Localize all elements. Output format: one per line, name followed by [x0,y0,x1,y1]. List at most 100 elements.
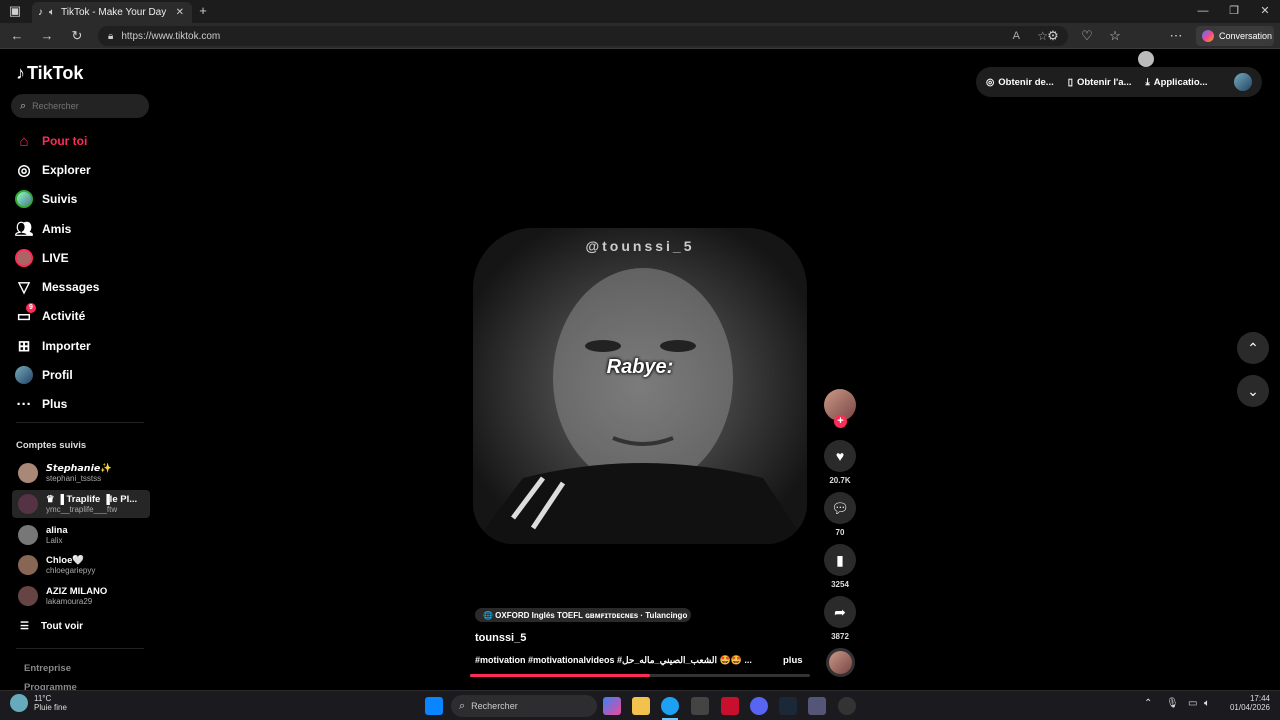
like-button[interactable]: ♥ [824,440,856,472]
nav-importer[interactable]: ⊞ Importer [14,336,91,356]
new-tab-icon[interactable]: + [194,1,212,21]
browser-tab[interactable]: ♪ 🔈︎ TikTok - Make Your Day ✕ [32,2,192,23]
following-account[interactable]: ♛ ▐ Traplife ▐le Pl... ymc__traplife___ft… [12,490,150,518]
file-explorer-icon[interactable] [632,697,650,715]
clock[interactable]: 17:44 01/04/2026 [1222,694,1270,712]
nav-plus[interactable]: ··· Plus [14,394,68,414]
back-icon[interactable]: ← [8,26,26,46]
search-input[interactable] [32,101,133,111]
activity-icon: ▭ 9 [14,303,36,326]
following-account[interactable]: 𝙎𝙩𝙚𝙥𝙝𝙖𝙣𝙞𝙚✨ stephani_tsstss [12,459,150,487]
tiktok-logo[interactable]: ♪ TikTok [16,63,83,84]
account-handle: ymc__traplife___ftw [46,504,118,514]
next-video-button[interactable]: ⌄ [1237,375,1269,407]
store-icon[interactable] [691,697,709,715]
live-icon [14,248,34,268]
address-bar[interactable]: 🔒︎ https://www.tiktok.com A ☆ [98,26,1068,46]
video-description: #motivation #motivationalvideos #الشعب_ا… [475,655,752,665]
nav-messages[interactable]: ▽ Messages [14,277,99,297]
settings-app-icon[interactable] [808,697,826,715]
extensions-icon[interactable]: ⚙︎ [1044,26,1062,46]
comment-count: 70 [835,528,845,537]
nav-pour-toi[interactable]: ⌂ Pour toi [14,131,87,151]
discord-icon[interactable] [750,697,768,715]
window-close-icon[interactable]: ✕ [1256,1,1274,21]
nav-label: Amis [42,222,72,236]
start-button-icon[interactable] [425,697,443,715]
edge-browser-icon[interactable] [661,697,679,715]
acrobat-icon[interactable] [721,697,739,715]
nav-label: Suivis [42,192,78,206]
nav-label: Importer [42,339,91,353]
audio-playing-icon[interactable]: 🔈︎ [49,7,55,18]
copilot-app-icon[interactable] [603,697,621,715]
search-box[interactable]: ⌕ [11,94,149,118]
button-label: Applicatio... [1153,76,1208,88]
chevron-up-icon: ⌃ [1247,339,1259,356]
avatar [18,525,38,545]
nav-profil[interactable]: Profil [14,365,73,385]
account-handle: lakamoura29 [46,596,93,606]
nav-live[interactable]: LIVE [14,248,69,268]
footer-link-entreprise[interactable]: Entreprise [24,663,71,674]
nav-label: Explorer [42,163,91,177]
nav-suivis[interactable]: Suivis [14,189,77,209]
nav-activite[interactable]: ▭ 9 Activité [14,303,86,326]
see-all-link[interactable]: ☰ Tout voir [20,621,83,632]
copilot-conversation-button[interactable]: Conversation [1196,26,1274,46]
save-button[interactable]: ▮ [824,544,856,576]
restore-icon[interactable]: ❐ [1225,1,1243,21]
account-handle: Lalix [46,535,63,545]
read-aloud-icon[interactable]: A [1013,30,1020,42]
upload-icon: ⊞ [17,338,31,355]
get-coins-button[interactable]: ◎ Obtenir de... [986,77,1054,88]
music-tag[interactable]: 🌐 OXFORD Inglés TOEFL ɢʙᴍꜰɪᴛᴅᴇᴄɴᴇs · Tul… [475,608,691,622]
video-player[interactable]: @tounssi_5 Rabye: [473,228,807,544]
avatar [18,463,38,483]
comment-button[interactable]: 💬︎ [824,492,856,524]
nav-amis[interactable]: 👥︎ Amis [14,219,71,239]
reload-icon[interactable]: ↻ [68,26,86,46]
tab-close-icon[interactable]: ✕ [176,7,184,18]
browser-essentials-icon[interactable]: ♡ [1078,26,1096,46]
home-icon: ⌂ [19,132,29,150]
settings-more-icon[interactable]: ⋯ [1167,26,1185,46]
network-icon[interactable]: ▭ [1188,698,1197,709]
forward-icon[interactable]: → [38,26,56,46]
weather-widget[interactable]: 11°C Pluie fine [10,694,67,712]
description-more-button[interactable]: plus [783,655,803,666]
favorites-icon[interactable]: ☆ [1106,26,1124,46]
following-account[interactable]: alina Lalix [12,521,150,549]
volume-icon[interactable]: 🔈︎ [1204,698,1210,709]
app-icon[interactable] [838,697,856,715]
previous-video-button[interactable]: ⌃ [1237,332,1269,364]
window-menu-icon[interactable]: ▣ [6,1,24,21]
taskbar-search[interactable]: ⌕ Rechercher [451,695,597,717]
microphone-icon[interactable]: 🎙︎ [1166,698,1179,709]
following-account[interactable]: AZIZ MILANO lakamoura29 [12,582,150,610]
button-label: Obtenir l'a... [1076,76,1132,88]
nav-label: Activité [42,309,86,323]
minimize-icon[interactable]: — [1194,1,1212,21]
get-app-button[interactable]: ▯ Obtenir l'a... [1068,77,1132,88]
music-disc-icon[interactable] [826,648,855,677]
profile-icon[interactable] [1138,51,1154,67]
share-button[interactable]: ➦ [824,596,856,628]
following-account[interactable]: Chloe🤍 chloegariepyy [12,551,150,579]
windows-taskbar: 11°C Pluie fine ⌕ Rechercher ⌃ 🎙︎ ▭ 🔈︎ 1… [0,690,1280,720]
desktop-app-button[interactable]: ⤓ Applicatio... [1146,77,1208,88]
steam-icon[interactable] [779,697,797,715]
video-caption-overlay: Rabye: [606,356,674,378]
nav-label: Profil [42,368,73,382]
follow-plus-icon[interactable]: + [834,415,847,428]
tray-overflow-icon[interactable]: ⌃ [1144,698,1152,709]
lock-icon[interactable]: 🔒︎ [108,31,113,42]
user-avatar[interactable] [1234,73,1252,91]
browser-tab-bar: ▣ ♪ 🔈︎ TikTok - Make Your Day ✕ + — ❐ ✕ [0,0,1280,23]
browser-toolbar: ← → ↻ 🔒︎ https://www.tiktok.com A ☆ ⚙︎ ♡… [0,23,1280,67]
nav-explorer[interactable]: ◎ Explorer [14,160,91,180]
avatar [18,494,38,514]
account-handle: stephani_tsstss [46,473,102,483]
video-progress-track[interactable] [470,674,810,677]
video-author[interactable]: tounssi_5 [475,632,526,644]
